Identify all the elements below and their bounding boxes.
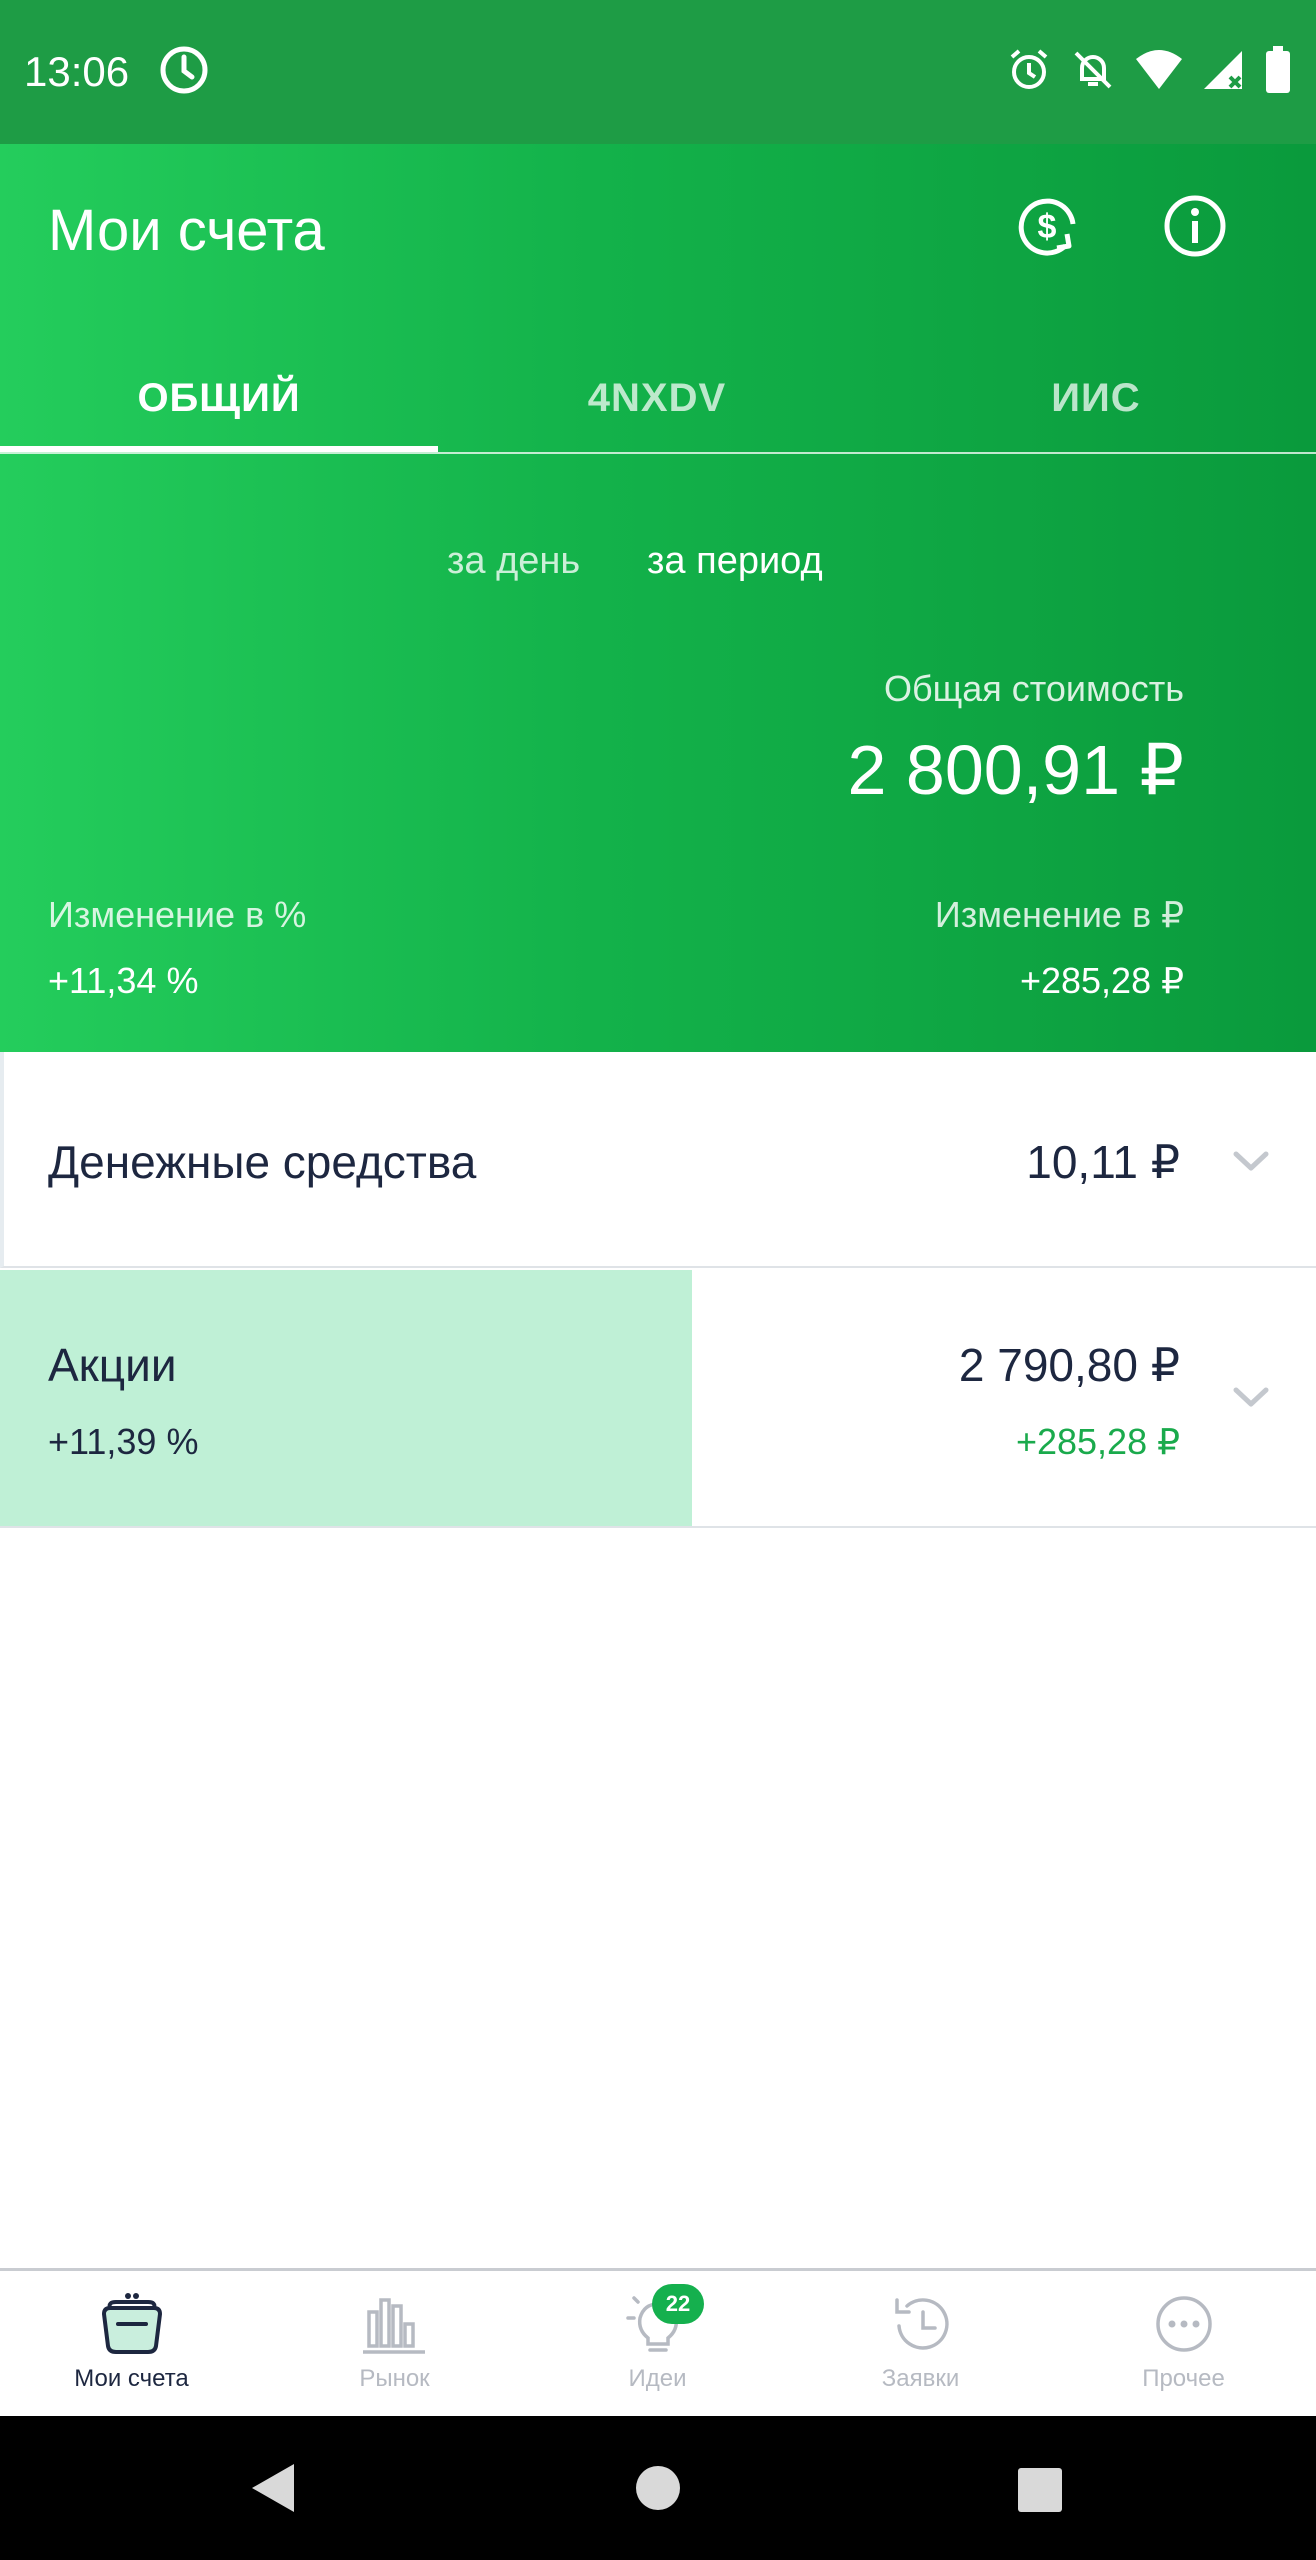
period-all-toggle[interactable]: за период (647, 536, 823, 586)
home-icon[interactable] (626, 2456, 690, 2520)
back-icon[interactable] (242, 2456, 306, 2520)
nav-label-market: Рынок (359, 2365, 430, 2392)
stocks-expand-chevron-icon[interactable] (1226, 1372, 1276, 1422)
tab-iis[interactable]: ИИС (877, 344, 1315, 452)
notifications-off-icon (1070, 47, 1116, 98)
tab-general[interactable]: ОБЩИЙ (0, 344, 438, 452)
nav-orders[interactable]: Заявки (789, 2290, 1052, 2410)
stocks-change-rub: +285,28 ₽ (1015, 1421, 1180, 1462)
account-tabs: ОБЩИЙ 4NXDV ИИС (0, 344, 1316, 454)
info-icon (1162, 193, 1228, 264)
cash-amount: 10,11 ₽ (1026, 1136, 1180, 1188)
total-value-label: Общая стоимость (884, 668, 1184, 709)
alarm-icon (1006, 47, 1052, 98)
cash-title: Денежные средства (48, 1136, 477, 1188)
clock-icon (158, 44, 210, 96)
wallet-icon (101, 2293, 162, 2354)
recents-icon[interactable] (1006, 2456, 1070, 2520)
svg-text:$: $ (1038, 208, 1057, 246)
nav-more[interactable]: Прочее (1052, 2290, 1315, 2410)
change-rub-value: +285,28 ₽ (1019, 960, 1184, 1001)
nav-my-accounts[interactable]: Мои счета (0, 2290, 263, 2410)
stocks-change-percent: +11,39 % (48, 1421, 199, 1462)
signal-icon (1202, 47, 1246, 98)
market-chart-icon (362, 2298, 425, 2354)
page-title: Мои счета (48, 198, 325, 263)
nav-label-ideas: Идеи (628, 2365, 687, 2392)
tab-4nxdv[interactable]: 4NXDV (438, 344, 876, 452)
currency-exchange-icon: $ (1013, 190, 1085, 267)
more-icon (1155, 2296, 1212, 2352)
cash-expand-chevron-icon[interactable] (1226, 1136, 1276, 1186)
wifi-icon (1134, 47, 1184, 98)
nav-market[interactable]: Рынок (263, 2290, 526, 2410)
battery-icon (1264, 45, 1292, 99)
change-percent-label: Изменение в % (48, 894, 307, 935)
period-day-toggle[interactable]: за день (447, 536, 580, 586)
nav-label-my-accounts: Мои счета (74, 2365, 189, 2392)
change-percent-value: +11,34 % (48, 960, 199, 1001)
currency-exchange-button[interactable]: $ (1009, 188, 1089, 268)
nav-label-more: Прочее (1142, 2365, 1225, 2392)
nav-label-orders: Заявки (881, 2365, 960, 2392)
ideas-count-badge: 22 (652, 2284, 704, 2324)
history-icon (894, 2298, 949, 2350)
status-time: 13:06 (24, 48, 130, 95)
status-icons (1006, 45, 1292, 99)
stocks-amount: 2 790,80 ₽ (958, 1339, 1180, 1391)
info-button[interactable] (1155, 188, 1235, 268)
tab-divider (0, 452, 1316, 454)
change-rub-label: Изменение в ₽ (934, 894, 1184, 935)
stocks-title: Акции (48, 1339, 177, 1391)
total-value: 2 800,91 ₽ (847, 731, 1184, 809)
stocks-change-bar (0, 1270, 692, 1526)
